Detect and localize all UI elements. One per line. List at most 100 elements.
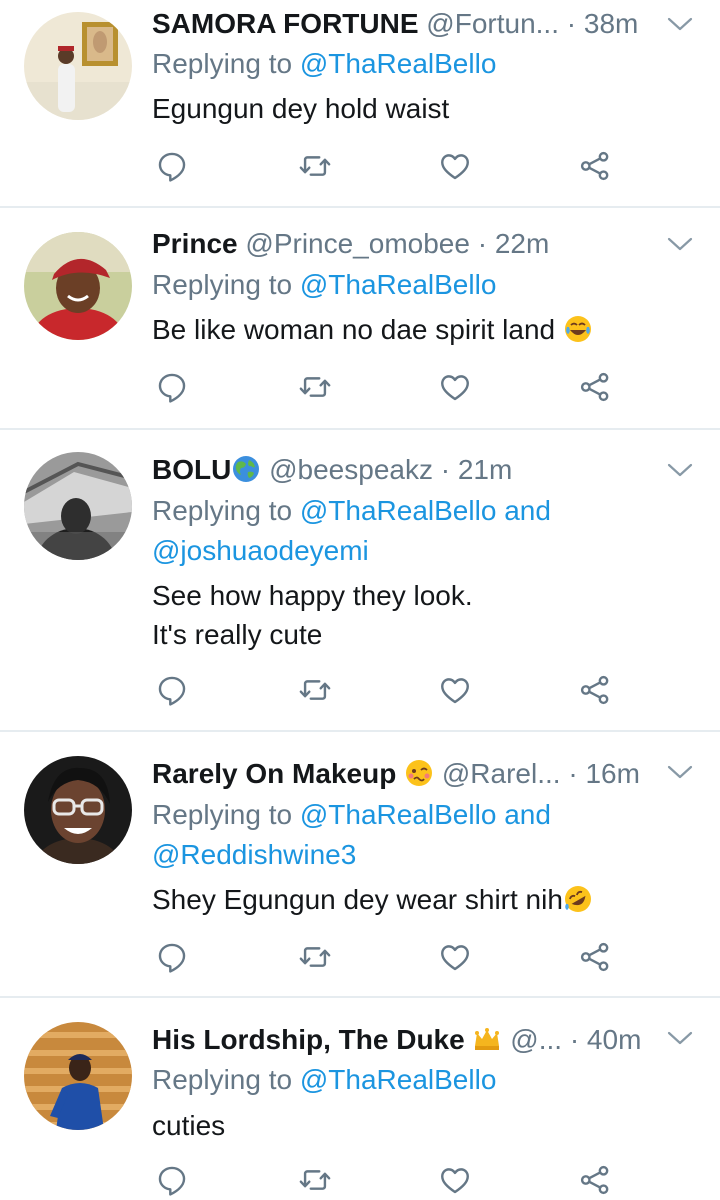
replying-prefix: Replying to [152,48,293,79]
replying-and[interactable]: and [504,495,551,526]
avatar[interactable] [24,12,132,120]
author-handle[interactable]: @Prince_omobee [245,228,470,259]
separator-dot: · [477,228,488,259]
share-button[interactable] [575,937,615,977]
reply-button[interactable] [152,367,192,407]
retweet-icon [298,940,332,974]
retweet-button[interactable] [295,1160,335,1200]
like-button[interactable] [435,146,475,186]
mention-link[interactable]: @ThaRealBello [300,799,497,830]
tweet-item[interactable]: Prince @Prince_omobee · 22m Replying to … [0,208,720,430]
share-button[interactable] [575,670,615,710]
replying-to: Replying to @ThaRealBello and @Reddishwi… [152,795,700,875]
author-name[interactable]: SAMORA FORTUNE [152,8,419,39]
like-icon [438,940,472,974]
author-handle[interactable]: @Rarel... [442,758,561,789]
like-button[interactable] [435,937,475,977]
retweet-icon [298,673,332,707]
retweet-button[interactable] [295,670,335,710]
reply-button[interactable] [152,670,192,710]
face-with-tears-of-joy-icon [563,314,593,344]
chevron-down-icon[interactable] [666,14,694,34]
crown-icon [472,1024,502,1054]
chevron-down-icon[interactable] [666,1028,694,1048]
chevron-down-icon[interactable] [666,762,694,782]
retweet-button[interactable] [295,367,335,407]
author-name[interactable]: Prince [152,228,238,259]
avatar[interactable] [24,756,132,864]
avatar[interactable] [24,452,132,560]
mention-link[interactable]: @joshuaodeyemi [152,535,369,566]
replying-prefix: Replying to [152,269,293,300]
separator-dot: · [440,454,451,485]
replying-to: Replying to @ThaRealBello [152,44,700,84]
timestamp[interactable]: 16m [585,758,639,789]
separator-dot: · [566,8,577,39]
author-handle[interactable]: @... [510,1024,562,1055]
timestamp[interactable]: 40m [587,1024,641,1055]
retweet-icon [298,149,332,183]
reply-button[interactable] [152,146,192,186]
retweet-button[interactable] [295,937,335,977]
reply-icon [155,673,189,707]
timestamp[interactable]: 21m [458,454,512,485]
mention-link[interactable]: @Reddishwine3 [152,839,356,870]
tweet-actions [152,670,632,710]
tweet-item[interactable]: Rarely On Makeup @Rarel... · 16m Replyin… [0,732,720,998]
tweet-text-line: Be like woman no dae spirit land [152,310,700,349]
mention-link[interactable]: @ThaRealBello [300,48,497,79]
reply-icon [155,940,189,974]
retweet-button[interactable] [295,146,335,186]
reply-icon [155,370,189,404]
tweet-item[interactable]: SAMORA FORTUNE @Fortun... · 38m Replying… [0,0,720,208]
like-icon [438,1163,472,1197]
author-handle[interactable]: @beespeakz [269,454,433,485]
avatar[interactable] [24,232,132,340]
replying-line: Replying to @ThaRealBello and [152,491,700,531]
share-button[interactable] [575,1160,615,1200]
mention-link[interactable]: @ThaRealBello [300,495,497,526]
replying-prefix: Replying to [152,1064,293,1095]
replying-and[interactable]: and [504,799,551,830]
tweet-text-line: See how happy they look. [152,580,473,611]
tweet-text: Be like woman no dae spirit land [152,310,700,349]
author-name[interactable]: BOLU [152,454,231,485]
chevron-down-icon[interactable] [666,460,694,480]
author-name[interactable]: Rarely On Makeup [152,758,396,789]
reply-icon [155,1163,189,1197]
tweet-text-content: Shey Egungun dey wear shirt nih [152,884,563,915]
tweet-header: BOLU @beespeakz · 21m [152,446,650,494]
chevron-down-icon[interactable] [666,234,694,254]
tweet-item[interactable]: His Lordship, The Duke @... · 40m Replyi… [0,998,720,1172]
like-button[interactable] [435,367,475,407]
tweet-text: Egungun dey hold waist [152,89,700,128]
tweet-header: Rarely On Makeup @Rarel... · 16m [152,750,650,798]
timestamp[interactable]: 22m [495,228,549,259]
share-icon [578,1163,612,1197]
tweet-actions [152,1160,632,1200]
avatar[interactable] [24,1022,132,1130]
tweet-item[interactable]: BOLU @beespeakz · 21m Replying to @ThaRe… [0,430,720,732]
mention-link[interactable]: @ThaRealBello [300,269,497,300]
woozy-face-icon [404,758,434,788]
reply-button[interactable] [152,1160,192,1200]
separator-dot: · [568,758,578,789]
replying-prefix: Replying to [152,495,293,526]
like-icon [438,149,472,183]
mention-link[interactable]: @ThaRealBello [300,1064,497,1095]
rolling-on-floor-laughing-icon [563,884,593,914]
share-button[interactable] [575,367,615,407]
reply-button[interactable] [152,937,192,977]
tweet-text-line: Shey Egungun dey wear shirt nih [152,880,700,919]
tweet-text: cuties [152,1106,700,1145]
tweet-text: See how happy they look. It's really cut… [152,576,700,654]
author-name[interactable]: His Lordship, The Duke [152,1024,465,1055]
like-button[interactable] [435,1160,475,1200]
author-handle[interactable]: @Fortun... [426,8,559,39]
share-icon [578,673,612,707]
tweet-header: His Lordship, The Duke @... · 40m [152,1016,650,1064]
share-button[interactable] [575,146,615,186]
timestamp[interactable]: 38m [584,8,638,39]
like-button[interactable] [435,670,475,710]
retweet-icon [298,1163,332,1197]
